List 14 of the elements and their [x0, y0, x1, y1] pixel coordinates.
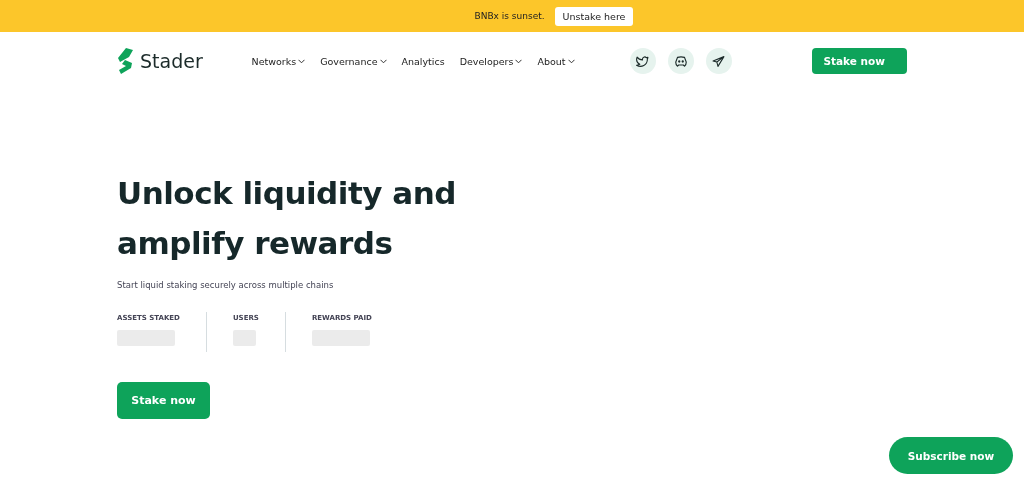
paper-plane-icon[interactable]	[705, 48, 732, 74]
bird-icon[interactable]	[629, 48, 656, 74]
banner-text: BNBx is sunset.	[474, 11, 545, 21]
game-controller-icon[interactable]	[667, 48, 694, 74]
nav-link[interactable]: Networks	[251, 55, 306, 67]
nav-link[interactable]: Developers	[459, 55, 523, 67]
hero-heading: Unlock liquidity and amplify rewards	[117, 174, 457, 263]
logo-text[interactable]: Stader	[140, 50, 203, 72]
nav-link[interactable]: Analytics	[401, 55, 445, 67]
nav-link[interactable]: Governance	[320, 55, 387, 67]
hero-subtitle: Start liquid staking securely across multiple chains	[117, 280, 335, 290]
logo-icon[interactable]	[117, 48, 134, 74]
nav-link[interactable]: About	[537, 55, 575, 67]
unstake-button[interactable]: Unstake here	[554, 6, 634, 26]
